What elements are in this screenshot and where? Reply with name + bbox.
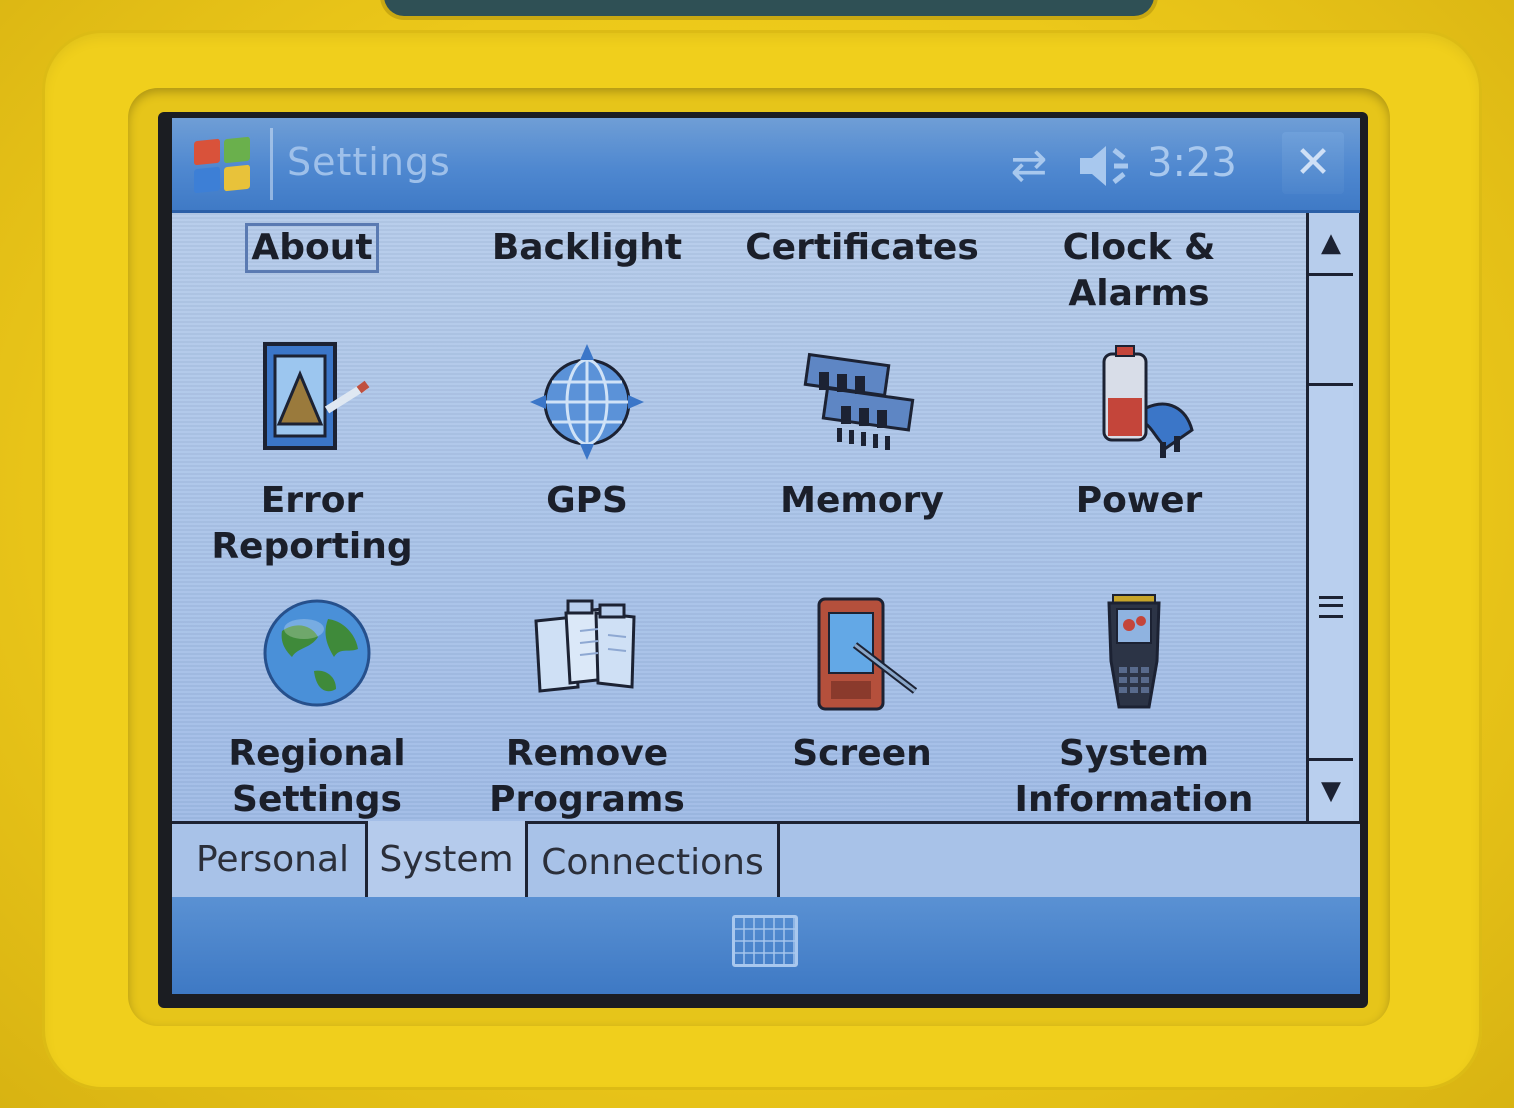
settings-item-label: Screen — [792, 733, 932, 774]
settings-item-remove-programs[interactable]: Remove Programs — [452, 591, 722, 823]
globe-icon — [263, 599, 371, 707]
settings-item-label: Error Reporting — [211, 480, 413, 567]
window-title: Settings — [287, 140, 451, 184]
system-information-icon — [1107, 594, 1161, 709]
menu-bar — [172, 897, 1360, 994]
tab-system[interactable]: System — [368, 821, 528, 899]
clock-time[interactable]: 3:23 — [1147, 140, 1237, 186]
settings-item-memory[interactable]: Memory — [727, 338, 997, 524]
settings-item-label: Certificates — [745, 227, 979, 268]
scroll-up-button[interactable]: ▲ — [1309, 213, 1353, 276]
speaker-mute-icon[interactable] — [1076, 140, 1136, 192]
tab-personal[interactable]: Personal — [180, 821, 368, 899]
connectivity-icon[interactable]: ⇄ — [1000, 140, 1058, 192]
settings-item-label: Clock & Alarms — [1062, 227, 1216, 314]
title-divider — [270, 128, 273, 200]
settings-item-clock-alarms[interactable]: Clock & Alarms — [1004, 225, 1274, 317]
close-button[interactable]: ✕ — [1282, 132, 1344, 194]
gps-icon — [530, 344, 644, 460]
vertical-scrollbar[interactable]: ▲ ▼ — [1306, 213, 1360, 853]
settings-item-label: About — [245, 223, 379, 273]
windows-start-icon[interactable] — [192, 136, 254, 196]
settings-item-label: Regional Settings — [228, 733, 406, 820]
title-bar: Settings ⇄ 3:23 ✕ — [172, 118, 1360, 213]
settings-item-certificates[interactable]: Certificates — [727, 225, 997, 271]
device-screen: Settings ⇄ 3:23 ✕ About Backlight Certif… — [172, 118, 1360, 994]
memory-icon — [803, 352, 915, 450]
settings-item-error-reporting[interactable]: Error Reporting — [177, 338, 447, 570]
power-icon — [1102, 345, 1194, 458]
settings-item-about[interactable]: About — [177, 223, 447, 273]
settings-item-label: GPS — [546, 480, 628, 521]
remove-programs-icon — [534, 599, 636, 693]
settings-item-regional-settings[interactable]: Regional Settings — [182, 591, 452, 823]
settings-item-system-information[interactable]: System Information — [999, 591, 1269, 823]
screen-icon — [817, 597, 918, 711]
tab-connections[interactable]: Connections — [528, 821, 780, 899]
scroll-grip-icon — [1319, 596, 1343, 618]
keyboard-icon[interactable] — [732, 915, 798, 967]
settings-item-label: Backlight — [491, 227, 683, 268]
error-reporting-icon — [263, 342, 370, 450]
settings-item-screen[interactable]: Screen — [727, 591, 997, 777]
tab-bar: Personal System Connections — [172, 821, 1360, 900]
settings-item-power[interactable]: Power — [1004, 338, 1274, 524]
settings-item-label: Power — [1075, 480, 1203, 521]
settings-grid: About Backlight Certificates Clock & Ala… — [172, 213, 1306, 821]
settings-item-label: Memory — [780, 480, 944, 521]
device-top-notch — [380, 0, 1158, 20]
settings-item-label: System Information — [1014, 733, 1254, 820]
scroll-down-button[interactable]: ▼ — [1309, 758, 1353, 821]
settings-item-gps[interactable]: GPS — [452, 338, 722, 524]
settings-item-backlight[interactable]: Backlight — [452, 225, 722, 271]
settings-item-label: Remove Programs — [489, 733, 685, 820]
device-casing: Settings ⇄ 3:23 ✕ About Backlight Certif… — [0, 0, 1514, 1108]
